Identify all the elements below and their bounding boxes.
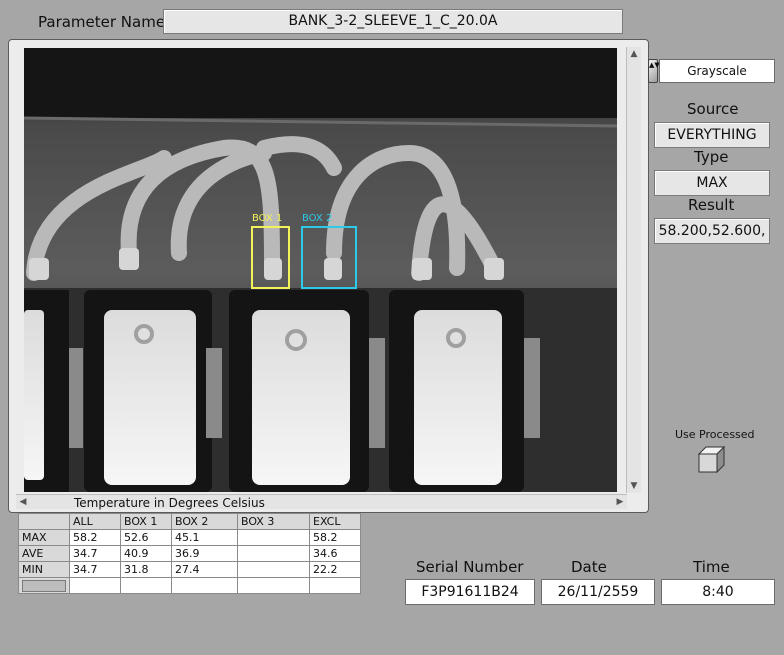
stats-header-box1: BOX 1 [120, 513, 172, 530]
date-field[interactable]: 26/11/2559 [541, 579, 655, 605]
table-cell [309, 577, 361, 594]
row-header [18, 577, 70, 594]
source-field[interactable]: EVERYTHING [654, 122, 770, 148]
table-cell [237, 561, 310, 578]
stats-table: ALL BOX 1 BOX 2 BOX 3 EXCL MAX 58.2 52.6… [18, 513, 361, 594]
table-cell: 45.1 [171, 529, 238, 546]
time-label: Time [693, 558, 730, 576]
toggle-cube-icon [697, 445, 726, 474]
table-cell [237, 545, 310, 562]
table-cell: 27.4 [171, 561, 238, 578]
roi-box-1-label: BOX 1 [252, 213, 283, 224]
table-cell: 52.6 [120, 529, 172, 546]
row-header: MIN [18, 561, 70, 578]
scroll-left-arrow-icon[interactable]: ◀ [17, 496, 29, 508]
use-processed-label: Use Processed [675, 428, 755, 441]
stats-header-row: ALL BOX 1 BOX 2 BOX 3 EXCL [18, 513, 361, 530]
type-label: Type [694, 148, 729, 166]
image-caption: Temperature in Degrees Celsius [74, 496, 265, 510]
scroll-up-arrow-icon[interactable]: ▲ [628, 48, 640, 60]
result-field[interactable]: 58.200,52.600, [654, 218, 770, 244]
result-label: Result [688, 196, 735, 214]
table-cell [171, 577, 238, 594]
table-cell [120, 577, 172, 594]
table-cell: 34.7 [69, 545, 121, 562]
table-cell [237, 529, 310, 546]
table-cell [237, 577, 310, 594]
stats-header-box3: BOX 3 [237, 513, 310, 530]
row-header: MAX [18, 529, 70, 546]
time-field[interactable]: 8:40 [661, 579, 775, 605]
row-header: AVE [18, 545, 70, 562]
table-cell [69, 577, 121, 594]
serial-number-label: Serial Number [416, 558, 524, 576]
palette-select[interactable]: Grayscale [659, 59, 775, 83]
row-scroll-handle[interactable] [22, 579, 66, 592]
image-vertical-scrollbar[interactable]: ▲ ▼ [626, 47, 641, 493]
date-label: Date [571, 558, 607, 576]
serial-number-field[interactable]: F3P91611B24 [405, 579, 535, 605]
roi-box-2[interactable] [301, 226, 357, 289]
source-label: Source [687, 100, 739, 118]
table-cell: 58.2 [69, 529, 121, 546]
table-cell: 36.9 [171, 545, 238, 562]
scroll-right-arrow-icon[interactable]: ▶ [614, 496, 626, 508]
table-cell: 40.9 [120, 545, 172, 562]
table-row: AVE 34.7 40.9 36.9 34.6 [18, 545, 361, 562]
palette-spinner[interactable]: ▲▼ [648, 59, 660, 83]
table-cell: 22.2 [309, 561, 361, 578]
table-row: MAX 58.2 52.6 45.1 58.2 [18, 529, 361, 546]
roi-box-1[interactable] [251, 226, 290, 289]
stats-header-corner [18, 513, 70, 530]
type-field[interactable]: MAX [654, 170, 770, 196]
stats-header-all: ALL [69, 513, 121, 530]
roi-box-2-label: BOX 2 [302, 213, 333, 224]
stats-header-box2: BOX 2 [171, 513, 238, 530]
stats-header-excl: EXCL [309, 513, 361, 530]
table-cell: 34.7 [69, 561, 121, 578]
table-cell: 31.8 [120, 561, 172, 578]
use-processed-toggle[interactable] [697, 445, 727, 474]
table-cell: 34.6 [309, 545, 361, 562]
thermal-image-view[interactable]: BOX 1 BOX 2 [24, 48, 617, 492]
parameter-name-field[interactable]: BANK_3-2_SLEEVE_1_C_20.0A [163, 9, 623, 34]
scroll-down-arrow-icon[interactable]: ▼ [628, 480, 640, 492]
table-row: MIN 34.7 31.8 27.4 22.2 [18, 561, 361, 578]
parameter-name-label: Parameter Name [38, 13, 166, 31]
palette-spinner-arrows-icon: ▲▼ [649, 61, 660, 69]
table-row [18, 577, 361, 594]
table-cell: 58.2 [309, 529, 361, 546]
